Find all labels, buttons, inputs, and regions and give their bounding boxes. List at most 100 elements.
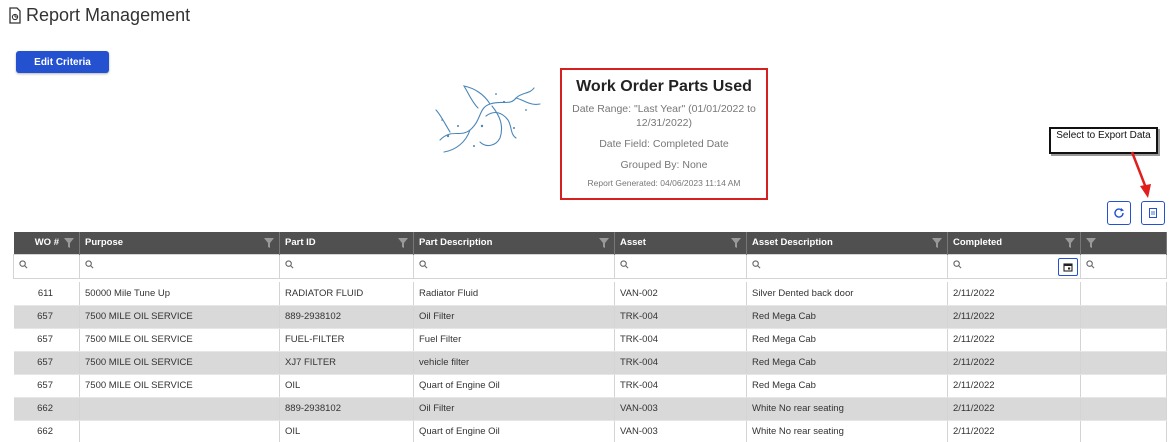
cell-purpose: 50000 Mile Tune Up — [79, 282, 280, 306]
cell-wo: 657 — [13, 374, 80, 398]
filter-cell-asset[interactable] — [614, 253, 747, 279]
filter-icon[interactable] — [1065, 238, 1075, 248]
table-row[interactable]: 657 7500 MILE OIL SERVICE 889-2938102 Oil F… — [13, 305, 1167, 329]
cell-wo: 662 — [13, 397, 80, 421]
filter-cell-extra[interactable] — [1080, 253, 1167, 279]
cell-extra — [1080, 351, 1167, 375]
search-icon — [419, 260, 428, 269]
cell-part-id: OIL — [279, 420, 414, 442]
report-date-field: Date Field: Completed Date — [599, 138, 729, 150]
cell-completed: 2/11/2022 — [947, 305, 1081, 329]
cell-part-id: 889-2938102 — [279, 397, 414, 421]
cell-part-id: 889-2938102 — [279, 305, 414, 329]
cell-completed: 2/11/2022 — [947, 351, 1081, 375]
table-row[interactable]: 657 7500 MILE OIL SERVICE XJ7 FILTER vehicl… — [13, 351, 1167, 375]
cell-purpose: 7500 MILE OIL SERVICE — [79, 374, 280, 398]
cell-wo: 657 — [13, 328, 80, 352]
export-button[interactable] — [1141, 201, 1165, 225]
cell-asset: VAN-003 — [614, 397, 747, 421]
search-icon — [953, 260, 962, 269]
filter-icon[interactable] — [932, 238, 942, 248]
cell-part-description: vehicle filter — [413, 351, 615, 375]
column-header-part-description[interactable]: Part Description — [413, 232, 615, 254]
dragon-logo — [435, 85, 541, 153]
report-grouped-by: Grouped By: None — [620, 159, 708, 171]
cell-asset-description: Silver Dented back door — [746, 282, 948, 306]
filter-icon[interactable] — [1086, 238, 1096, 248]
cell-part-id: OIL — [279, 374, 414, 398]
table-row[interactable]: 657 7500 MILE OIL SERVICE FUEL-FILTER Fuel … — [13, 328, 1167, 352]
cell-wo: 611 — [13, 282, 80, 306]
cell-purpose — [79, 397, 280, 421]
column-header-asset-description[interactable]: Asset Description — [746, 232, 948, 254]
column-header-extra[interactable] — [1080, 232, 1167, 254]
column-header-wo[interactable]: WO # — [13, 232, 80, 254]
cell-asset-description: Red Mega Cab — [746, 351, 948, 375]
cell-part-id: RADIATOR FLUID — [279, 282, 414, 306]
filter-icon[interactable] — [398, 238, 408, 248]
cell-extra — [1080, 282, 1167, 306]
cell-completed: 2/11/2022 — [947, 282, 1081, 306]
cell-part-description: Radiator Fluid — [413, 282, 615, 306]
edit-criteria-button[interactable]: Edit Criteria — [16, 51, 109, 73]
cell-extra — [1080, 328, 1167, 352]
cell-asset-description: Red Mega Cab — [746, 305, 948, 329]
column-header-asset[interactable]: Asset — [614, 232, 747, 254]
cell-asset-description: Red Mega Cab — [746, 374, 948, 398]
refresh-icon — [1114, 208, 1124, 218]
cell-purpose: 7500 MILE OIL SERVICE — [79, 305, 280, 329]
cell-wo: 657 — [13, 351, 80, 375]
search-icon — [1086, 260, 1095, 269]
table-row[interactable]: 611 50000 Mile Tune Up RADIATOR FLUID Radia… — [13, 282, 1167, 306]
calendar-icon — [1063, 262, 1073, 272]
cell-asset: TRK-004 — [614, 351, 747, 375]
cell-asset: VAN-003 — [614, 420, 747, 442]
filter-cell-completed[interactable] — [947, 253, 1081, 279]
cell-part-description: Quart of Engine Oil — [413, 420, 615, 442]
filter-cell-asset-description[interactable] — [746, 253, 948, 279]
search-icon — [19, 260, 28, 269]
cell-asset: VAN-002 — [614, 282, 747, 306]
export-file-icon — [1149, 208, 1157, 218]
column-header-part-id[interactable]: Part ID — [279, 232, 414, 254]
cell-wo: 662 — [13, 420, 80, 442]
column-header-purpose[interactable]: Purpose — [79, 232, 280, 254]
filter-cell-wo[interactable] — [13, 253, 80, 279]
column-header-completed[interactable]: Completed — [947, 232, 1081, 254]
cell-extra — [1080, 397, 1167, 421]
filter-icon[interactable] — [599, 238, 609, 248]
cell-asset-description: White No rear seating — [746, 397, 948, 421]
filter-cell-part-description[interactable] — [413, 253, 615, 279]
cell-asset: TRK-004 — [614, 305, 747, 329]
filter-cell-part-id[interactable] — [279, 253, 414, 279]
filter-icon[interactable] — [731, 238, 741, 248]
table-row[interactable]: 657 7500 MILE OIL SERVICE OIL Quart of Engi… — [13, 374, 1167, 398]
search-icon — [285, 260, 294, 269]
refresh-button[interactable] — [1107, 201, 1131, 225]
table-row[interactable]: 662 OIL Quart of Engine Oil VAN-003 White No… — [13, 420, 1167, 442]
filter-row — [13, 253, 1167, 279]
search-icon — [620, 260, 629, 269]
report-summary-box: Work Order Parts Used Date Range: "Last … — [560, 68, 768, 200]
report-date-range: Date Range: "Last Year" (01/01/2022 to 1… — [572, 103, 756, 129]
report-generated: Report Generated: 04/06/2023 11:14 AM — [587, 178, 741, 188]
cell-asset: TRK-004 — [614, 328, 747, 352]
filter-icon[interactable] — [64, 238, 74, 248]
cell-part-description: Oil Filter — [413, 397, 615, 421]
red-arrow-icon — [1130, 151, 1151, 198]
cell-asset-description: Red Mega Cab — [746, 328, 948, 352]
table-header-row: WO # Purpose Part ID Part Description As… — [13, 232, 1167, 254]
filter-cell-purpose[interactable] — [79, 253, 280, 279]
cell-part-id: XJ7 FILTER — [279, 351, 414, 375]
cell-completed: 2/11/2022 — [947, 374, 1081, 398]
cell-completed: 2/11/2022 — [947, 397, 1081, 421]
cell-purpose: 7500 MILE OIL SERVICE — [79, 351, 280, 375]
cell-extra — [1080, 374, 1167, 398]
cell-asset: TRK-004 — [614, 374, 747, 398]
report-title: Work Order Parts Used — [576, 78, 752, 95]
calendar-button[interactable] — [1058, 257, 1078, 276]
cell-completed: 2/11/2022 — [947, 420, 1081, 442]
filter-icon[interactable] — [264, 238, 274, 248]
table-row[interactable]: 662 889-2938102 Oil Filter VAN-003 White No … — [13, 397, 1167, 421]
report-table: WO # Purpose Part ID Part Description As… — [13, 232, 1167, 442]
